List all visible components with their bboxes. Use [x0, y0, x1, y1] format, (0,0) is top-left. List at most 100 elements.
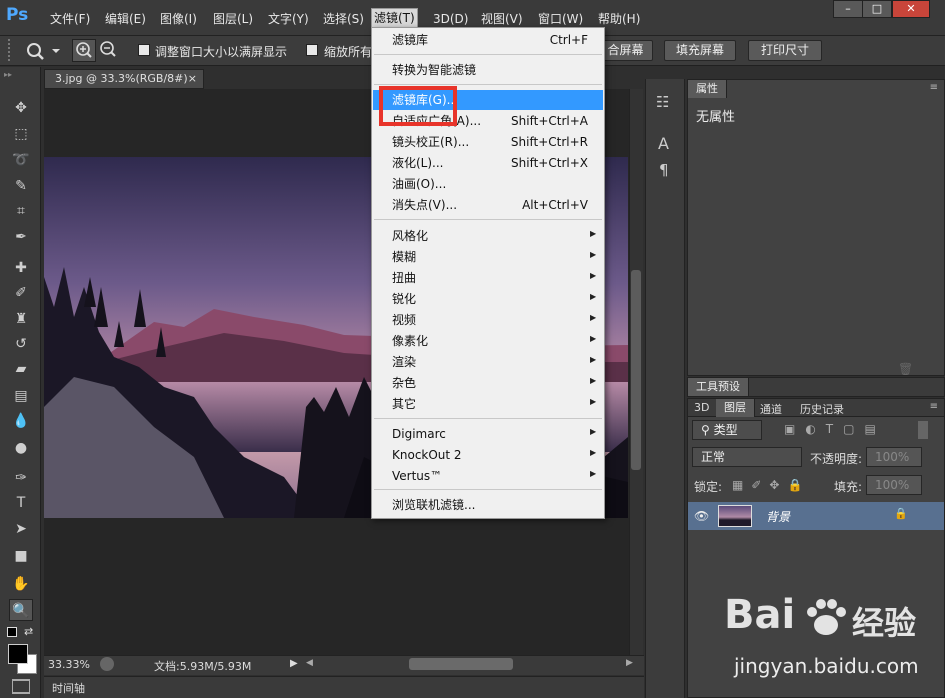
menu-view[interactable]: 视图(V) — [479, 10, 525, 28]
menu-item-filter-gallery-last[interactable]: 滤镜库 — [392, 30, 428, 50]
menu-select[interactable]: 选择(S) — [321, 10, 366, 28]
timeline-panel[interactable]: 时间轴 — [44, 676, 644, 698]
lasso-tool-icon[interactable]: ➰ — [9, 149, 33, 171]
fit-screen-button[interactable]: 合屏幕 — [598, 40, 653, 61]
zoom-tool-preset[interactable] — [24, 40, 64, 62]
menu-item-pixelate[interactable]: 像素化 — [392, 331, 428, 351]
brush-tool-icon[interactable]: ✐ — [9, 282, 33, 304]
fill-screen-button[interactable]: 填充屏幕 — [664, 40, 736, 61]
menu-item-sharpen[interactable]: 锐化 — [392, 289, 416, 309]
zoom-all-label: 缩放所有 — [324, 45, 373, 59]
screen-mode-icon[interactable] — [12, 680, 30, 694]
zoom-out-button[interactable] — [97, 39, 121, 62]
menu-help[interactable]: 帮助(H) — [596, 10, 642, 28]
move-tool-icon[interactable]: ✥ — [9, 97, 33, 119]
clone-stamp-tool-icon[interactable]: ♜ — [9, 308, 33, 330]
shortcut-shift-ctrl-a: Shift+Ctrl+A — [511, 114, 588, 128]
panel-menu-icon[interactable]: ≡ — [930, 82, 938, 93]
menu-filter[interactable]: 滤镜(T) — [371, 8, 418, 29]
menu-window[interactable]: 窗口(W) — [536, 10, 585, 28]
submenu-arrow-icon: ▶ — [590, 229, 597, 238]
submenu-arrow-icon: ▶ — [590, 292, 597, 301]
scroll-right-icon[interactable]: ▶ — [626, 658, 633, 668]
layer-visibility-eye-icon[interactable]: 👁 — [694, 509, 709, 523]
status-info-icon[interactable] — [100, 657, 114, 671]
history-panel-icon[interactable]: ☷ — [656, 93, 669, 111]
hand-tool-icon[interactable]: ✋ — [9, 573, 33, 595]
menu-item-digimarc[interactable]: Digimarc — [392, 424, 446, 444]
horizontal-scroll-thumb[interactable] — [409, 658, 513, 670]
tools-collapse-icon[interactable]: ▸▸ — [4, 70, 37, 79]
menu-file[interactable]: 文件(F) — [48, 10, 92, 28]
dodge-tool-icon[interactable]: ● — [9, 437, 33, 459]
quick-select-tool-icon[interactable]: ✎ — [9, 175, 33, 197]
menu-item-stylize[interactable]: 风格化 — [392, 226, 428, 246]
rectangle-tool-icon[interactable]: ■ — [9, 545, 33, 567]
document-tab[interactable]: 3.jpg @ 33.3%(RGB/8#) × — [44, 69, 204, 89]
photoshop-logo: Ps — [6, 5, 29, 25]
menu-image[interactable]: 图像(I) — [158, 10, 199, 28]
path-select-tool-icon[interactable]: ➤ — [9, 518, 33, 540]
status-menu-arrow-icon[interactable]: ▶ — [290, 658, 298, 669]
menu-separator — [374, 489, 602, 490]
menu-type[interactable]: 文字(Y) — [266, 10, 311, 28]
timeline-tab[interactable]: 时间轴 — [52, 680, 85, 696]
properties-tab[interactable]: 属性 — [688, 80, 727, 98]
close-button[interactable]: ✕ — [892, 0, 930, 18]
submenu-arrow-icon: ▶ — [590, 355, 597, 364]
menu-item-convert-smart-filter[interactable]: 转换为智能滤镜 — [392, 60, 476, 80]
eraser-tool-icon[interactable]: ▰ — [9, 358, 33, 380]
marquee-tool-icon[interactable]: ⬚ — [9, 123, 33, 145]
history-brush-tool-icon[interactable]: ↺ — [9, 333, 33, 355]
menu-item-noise[interactable]: 杂色 — [392, 373, 416, 393]
menu-item-oil-paint[interactable]: 油画(O)... — [392, 174, 446, 194]
print-size-button[interactable]: 打印尺寸 — [748, 40, 822, 61]
submenu-arrow-icon: ▶ — [590, 376, 597, 385]
menu-3d[interactable]: 3D(D) — [431, 10, 470, 28]
crop-tool-icon[interactable]: ⌗ — [9, 200, 33, 222]
zoom-level[interactable]: 33.33% — [48, 658, 90, 671]
zoom-all-checkbox[interactable] — [306, 44, 318, 56]
zoom-tool-icon[interactable]: 🔍 — [9, 599, 33, 621]
submenu-arrow-icon: ▶ — [590, 448, 597, 457]
menu-item-liquify[interactable]: 液化(L)... — [392, 153, 444, 173]
menu-item-blur[interactable]: 模糊 — [392, 247, 416, 267]
menu-layer[interactable]: 图层(L) — [211, 10, 255, 28]
gradient-tool-icon[interactable]: ▤ — [9, 385, 33, 407]
menu-edit[interactable]: 编辑(E) — [103, 10, 148, 28]
foreground-color-swatch[interactable] — [8, 644, 28, 664]
default-colors-icon[interactable] — [7, 627, 17, 637]
swap-colors-icon[interactable]: ⇄ — [24, 625, 33, 638]
eyedropper-tool-icon[interactable]: ✒ — [9, 226, 33, 248]
menu-item-vertus[interactable]: Vertus™ — [392, 466, 442, 486]
zoom-in-button[interactable] — [72, 39, 96, 62]
menu-item-lens-correction[interactable]: 镜头校正(R)... — [392, 132, 469, 152]
pen-tool-icon[interactable]: ✑ — [9, 467, 33, 489]
menu-item-knockout[interactable]: KnockOut 2 — [392, 445, 462, 465]
watermark-url: jingyan.baidu.com — [734, 654, 919, 678]
blur-tool-icon[interactable]: 💧 — [9, 410, 33, 432]
close-tab-icon[interactable]: × — [188, 70, 197, 88]
character-panel-icon[interactable]: A — [658, 134, 669, 153]
document-size-info: 文档:5.93M/5.93M — [154, 660, 252, 673]
maximize-button[interactable]: □ — [862, 0, 892, 18]
healing-brush-tool-icon[interactable]: ✚ — [9, 257, 33, 279]
submenu-arrow-icon: ▶ — [590, 334, 597, 343]
resize-window-checkbox[interactable] — [138, 44, 150, 56]
menu-item-other[interactable]: 其它 — [392, 394, 416, 414]
menu-item-browse-filters-online[interactable]: 浏览联机滤镜... — [392, 495, 475, 515]
menu-item-render[interactable]: 渲染 — [392, 352, 416, 372]
minimize-button[interactable]: – — [833, 0, 863, 18]
menu-item-vanishing-point[interactable]: 消失点(V)... — [392, 195, 457, 215]
submenu-arrow-icon: ▶ — [590, 469, 597, 478]
layer-row-background[interactable]: 👁 背景 🔒 — [688, 502, 944, 530]
layer-lock-icon: 🔒 — [894, 507, 908, 520]
submenu-arrow-icon: ▶ — [590, 313, 597, 322]
paragraph-panel-icon[interactable]: ¶ — [659, 161, 669, 179]
zoom-icon — [27, 43, 60, 60]
menu-separator — [374, 418, 602, 419]
type-tool-icon[interactable]: T — [9, 492, 33, 514]
menu-item-distort[interactable]: 扭曲 — [392, 268, 416, 288]
scroll-left-icon[interactable]: ◀ — [306, 658, 313, 668]
menu-item-video[interactable]: 视频 — [392, 310, 416, 330]
